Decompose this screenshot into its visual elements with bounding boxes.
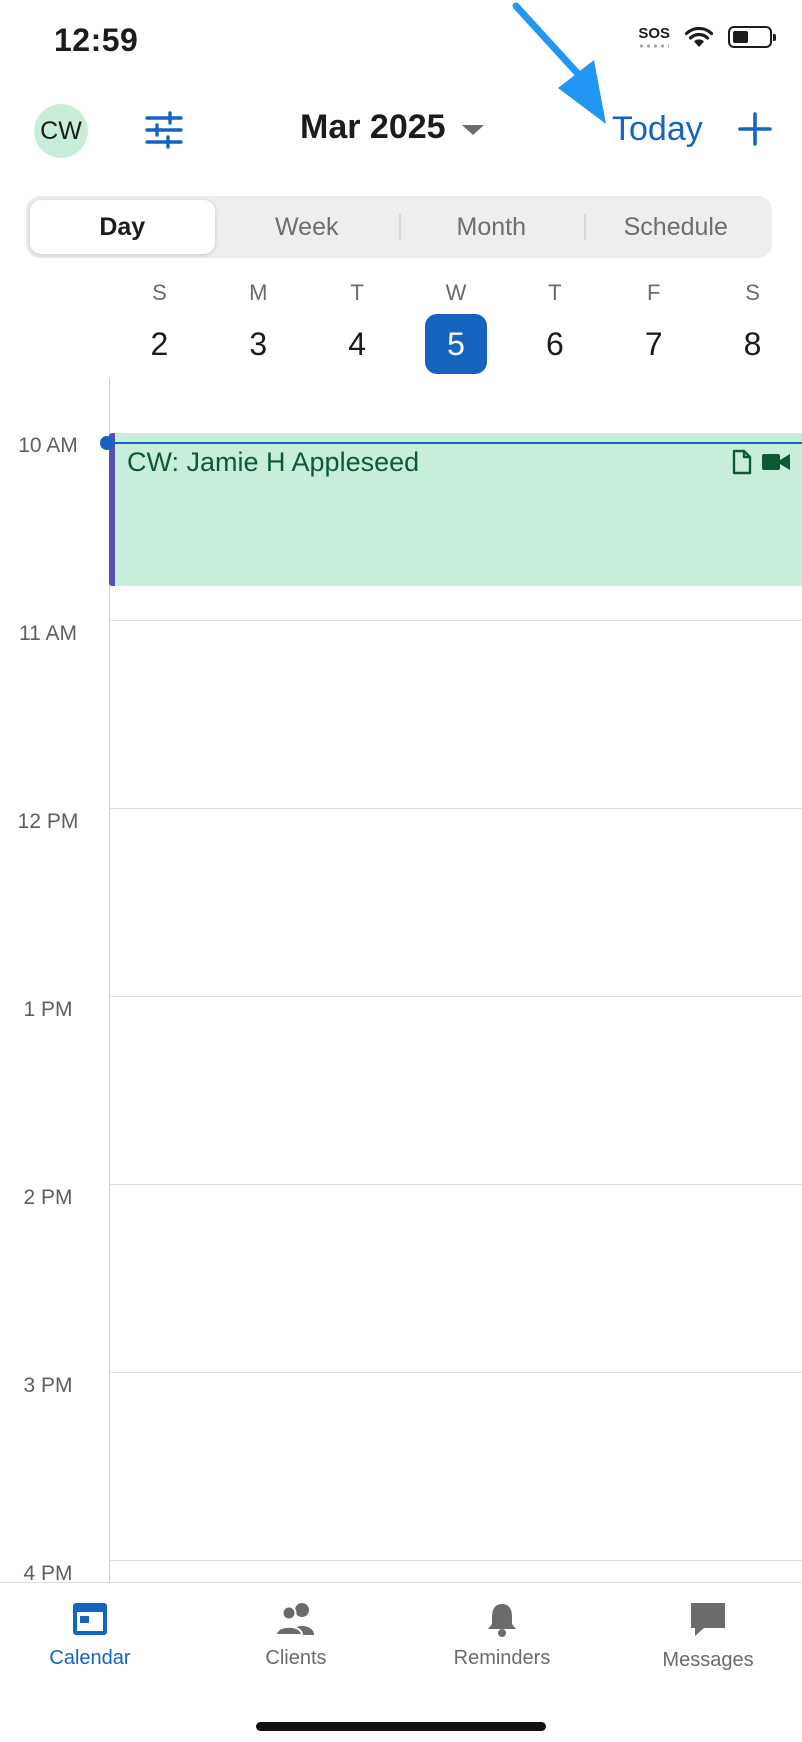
weekday-label: M bbox=[249, 280, 268, 305]
tab-label: Reminders bbox=[453, 1647, 551, 1669]
status-icons: SOS bbox=[638, 26, 776, 48]
tab-label: Messages bbox=[662, 1649, 754, 1671]
bottom-tab-bar: Calendar Clients Reminders Messages bbox=[0, 1582, 802, 1742]
video-camera-icon bbox=[762, 454, 790, 470]
month-title: Mar 2025 bbox=[300, 108, 446, 146]
tab-day[interactable]: Day bbox=[30, 200, 215, 254]
calendar-screen: 12:59 SOS CW Mar 2025 Today Day Week Mon… bbox=[0, 0, 802, 1742]
weekday-label: F bbox=[647, 280, 661, 305]
month-picker[interactable]: Mar 2025 bbox=[300, 108, 484, 147]
document-icon bbox=[732, 449, 752, 475]
current-time-line bbox=[106, 442, 802, 444]
hour-divider bbox=[110, 1184, 802, 1185]
day-wednesday[interactable]: W 5 bbox=[407, 278, 506, 374]
today-button[interactable]: Today bbox=[612, 110, 703, 149]
tab-label: Clients bbox=[265, 1647, 327, 1669]
avatar[interactable]: CW bbox=[34, 104, 88, 158]
weekday-label: T bbox=[350, 280, 364, 305]
day-thursday[interactable]: T 6 bbox=[505, 278, 604, 374]
day-saturday[interactable]: S 8 bbox=[703, 278, 802, 374]
tab-calendar[interactable]: Calendar bbox=[0, 1601, 180, 1670]
chevron-down-icon bbox=[461, 124, 484, 135]
day-number: 3 bbox=[249, 325, 268, 362]
day-monday[interactable]: M 3 bbox=[209, 278, 308, 374]
hour-divider bbox=[110, 620, 802, 621]
wifi-icon bbox=[684, 26, 714, 47]
annotation-arrow-icon bbox=[512, 2, 606, 124]
day-number: 7 bbox=[644, 325, 663, 362]
hour-label: 3 PM bbox=[23, 1374, 73, 1397]
day-timeline[interactable]: 10 AM 11 AM 12 PM 1 PM 2 PM 3 PM 4 PM CW… bbox=[0, 378, 802, 1582]
selected-day-number: 5 bbox=[425, 314, 487, 374]
day-number: 8 bbox=[743, 325, 762, 362]
hour-label: 2 PM bbox=[23, 1186, 73, 1209]
battery-icon bbox=[728, 26, 776, 48]
event-icons bbox=[732, 449, 790, 475]
sos-label: SOS bbox=[638, 25, 670, 42]
day-friday[interactable]: F 7 bbox=[604, 278, 703, 374]
sos-indicator: SOS bbox=[638, 26, 670, 48]
add-icon[interactable] bbox=[738, 112, 772, 146]
hour-divider bbox=[110, 996, 802, 997]
appointment-event[interactable]: CW: Jamie H Appleseed bbox=[109, 433, 802, 586]
chat-bubble-icon bbox=[691, 1603, 725, 1636]
day-tuesday[interactable]: T 4 bbox=[308, 278, 407, 374]
tab-clients[interactable]: Clients bbox=[206, 1601, 386, 1670]
day-number: 6 bbox=[545, 325, 564, 362]
hour-label: 10 AM bbox=[18, 434, 78, 457]
tab-schedule[interactable]: Schedule bbox=[583, 200, 769, 254]
hour-label: 4 PM bbox=[23, 1562, 73, 1582]
week-strip: S 2 M 3 T 4 W 5 T 6 F 7 S 8 bbox=[110, 278, 802, 374]
day-sunday[interactable]: S 2 bbox=[110, 278, 209, 374]
weekday-label: S bbox=[745, 280, 760, 305]
event-title: CW: Jamie H Appleseed bbox=[127, 447, 420, 477]
bell-icon bbox=[488, 1604, 516, 1637]
status-time: 12:59 bbox=[54, 22, 139, 58]
hour-label: 11 AM bbox=[19, 622, 77, 645]
hour-divider bbox=[110, 1560, 802, 1561]
tab-month[interactable]: Month bbox=[399, 200, 584, 254]
calendar-icon bbox=[73, 1603, 107, 1635]
hour-label: 1 PM bbox=[23, 998, 73, 1021]
people-icon bbox=[274, 1603, 314, 1636]
hour-divider bbox=[110, 1372, 802, 1373]
hour-label: 12 PM bbox=[17, 810, 79, 833]
view-switcher: Day Week Month Schedule bbox=[26, 196, 772, 258]
tab-label: Calendar bbox=[49, 1647, 131, 1669]
filter-sliders-icon[interactable] bbox=[144, 110, 184, 150]
current-time-dot bbox=[100, 436, 114, 450]
day-number: 2 bbox=[150, 325, 169, 362]
day-number: 4 bbox=[348, 325, 367, 362]
weekday-label: S bbox=[152, 280, 167, 305]
weekday-label: T bbox=[548, 280, 562, 305]
weekday-label: W bbox=[445, 280, 467, 305]
battery-level bbox=[733, 31, 748, 43]
tab-week[interactable]: Week bbox=[215, 200, 400, 254]
tab-reminders[interactable]: Reminders bbox=[412, 1601, 592, 1670]
signal-dots bbox=[638, 44, 670, 48]
home-indicator bbox=[256, 1722, 546, 1731]
hour-divider bbox=[110, 808, 802, 809]
tab-messages[interactable]: Messages bbox=[618, 1601, 798, 1672]
